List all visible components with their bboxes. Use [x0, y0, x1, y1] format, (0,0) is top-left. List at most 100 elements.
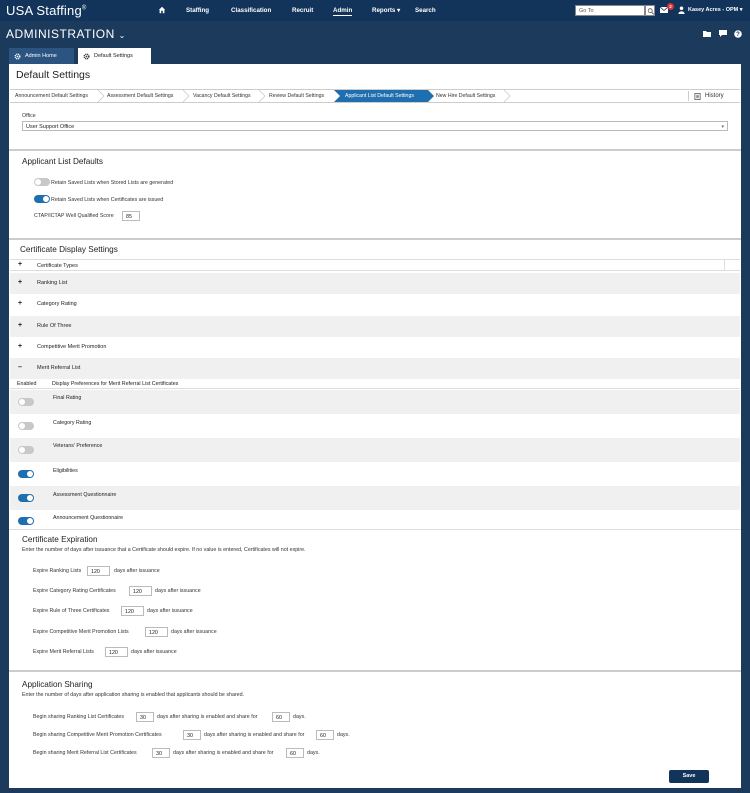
pref-label: Announcement Questionnaire [53, 515, 124, 521]
plus-icon[interactable]: + [18, 300, 22, 307]
announcement-questionnaire-toggle[interactable] [18, 517, 34, 525]
pref-row-final-rating: Final Rating [10, 390, 740, 414]
minus-icon[interactable]: – [18, 364, 22, 371]
goto-input[interactable]: Go To [575, 5, 645, 16]
section-title: Certificate Display Settings [20, 245, 118, 254]
chevron-down-icon: ▾ [397, 7, 401, 14]
toggle-knob [43, 196, 49, 202]
expire-merit-referral-label: Expire Merit Referral Lists [33, 649, 94, 655]
header-label: Certificate Types [37, 263, 78, 269]
nav-recruit[interactable]: Recruit [292, 7, 313, 14]
retain-stored-toggle[interactable] [34, 178, 50, 186]
veterans-preference-toggle[interactable] [18, 446, 34, 454]
mail-count-badge: 2 [667, 3, 674, 10]
toggle-knob [27, 495, 33, 501]
cert-type-category-rating[interactable]: + Category Rating [10, 294, 740, 315]
category-rating-toggle[interactable] [18, 422, 34, 430]
nav-reports[interactable]: Reports ▾ [372, 7, 400, 14]
share-ranking-days-input[interactable]: 60 [272, 712, 290, 722]
pref-row-announcement-questionnaire: Announcement Questionnaire [10, 510, 740, 530]
step-assessment[interactable]: Assessment Default Settings [102, 90, 173, 102]
usa-staffing-logo[interactable]: USA Staffing® [6, 3, 87, 18]
expire-rule-three-input[interactable]: 120 [121, 606, 144, 616]
retain-certs-toggle[interactable] [34, 195, 50, 203]
save-button[interactable]: Save [669, 770, 709, 783]
eligibilities-toggle[interactable] [18, 470, 34, 478]
nav-reports-label: Reports [372, 7, 396, 14]
section-description: Enter the number of days after issuance … [22, 547, 306, 553]
office-select[interactable]: User Support Office ▾ [22, 121, 728, 131]
nav-search[interactable]: Search [415, 7, 436, 14]
tab-admin-home[interactable]: Admin Home [9, 48, 74, 64]
folder-icon[interactable] [703, 30, 711, 37]
expire-ranking-input[interactable]: 120 [87, 566, 110, 576]
share-merit-referral-after-input[interactable]: 30 [152, 748, 170, 758]
share-ranking-after-input[interactable]: 30 [136, 712, 154, 722]
prefs-header: Display Preferences for Merit Referral L… [52, 381, 179, 387]
home-icon[interactable] [158, 6, 166, 14]
chevron-down-icon: ⌄ [118, 31, 126, 40]
nav-admin[interactable]: Admin [333, 7, 353, 16]
step-applicant-list[interactable]: Applicant List Default Settings [340, 90, 414, 102]
nav-staffing[interactable]: Staffing [186, 7, 209, 14]
row-label: Competitive Merit Promotion [37, 344, 107, 350]
user-menu[interactable]: Kasey Acres - OPM ▾ [688, 7, 743, 13]
cert-type-merit-referral[interactable]: – Merit Referral List [10, 358, 740, 379]
toggle-knob [19, 447, 25, 453]
section-title: Certificate Expiration [22, 535, 98, 544]
cert-type-competitive-merit[interactable]: + Competitive Merit Promotion [10, 337, 740, 358]
toggle-knob [19, 399, 25, 405]
history-button[interactable]: History [688, 91, 738, 101]
application-sharing-card: Application Sharing Enter the number of … [9, 670, 741, 788]
gear-icon [83, 53, 90, 59]
plus-icon[interactable]: + [18, 279, 22, 286]
step-announcement[interactable]: Announcement Default Settings [10, 90, 88, 102]
ctap-label: CTAP/ICTAP Well Qualified Score [34, 213, 114, 219]
days-suffix: days after issuance [147, 608, 193, 614]
plus-icon[interactable]: + [18, 343, 22, 350]
share-merit-referral-days-input[interactable]: 60 [286, 748, 304, 758]
certificate-display-card: Certificate Display Settings + Certifica… [9, 238, 741, 528]
cert-type-ranking-list[interactable]: + Ranking List [10, 273, 740, 294]
row-label: Category Rating [37, 301, 77, 307]
pref-row-category-rating: Category Rating [10, 414, 740, 438]
expire-competitive-input[interactable]: 120 [145, 627, 168, 637]
expire-category-input[interactable]: 120 [129, 586, 152, 596]
ctap-score-input[interactable]: 85 [122, 211, 140, 221]
share-competitive-after-input[interactable]: 30 [183, 730, 201, 740]
step-new-hire[interactable]: New Hire Default Settings [431, 90, 495, 102]
share-competitive-days-input[interactable]: 60 [316, 730, 334, 740]
office-label: Office [22, 113, 36, 119]
pref-row-veterans-preference: Veterans' Preference [10, 438, 740, 462]
office-value: User Support Office [26, 123, 75, 130]
step-review[interactable]: Review Default Settings [264, 90, 324, 102]
expire-merit-referral-input[interactable]: 120 [105, 647, 128, 657]
share-end-text: days. [293, 714, 306, 720]
step-vacancy[interactable]: Vacancy Default Settings [188, 90, 251, 102]
expire-rule-three-label: Expire Rule of Three Certificates [33, 608, 110, 614]
pref-label: Eligibilities [53, 468, 78, 474]
share-middle-text: days after sharing is enabled and share … [204, 732, 305, 738]
certificate-expiration-card: Certificate Expiration Enter the number … [9, 529, 741, 670]
toggle-knob [27, 518, 33, 524]
nav-classification[interactable]: Classification [231, 7, 271, 14]
admin-menu[interactable]: ADMINISTRATION ⌄ [6, 27, 126, 41]
goto-button[interactable] [645, 5, 655, 16]
column-divider [724, 260, 725, 270]
cert-type-rule-of-three[interactable]: + Rule Of Three [10, 316, 740, 337]
chevron-down-icon: ▾ [721, 124, 724, 130]
logo-text: USA Staffing [6, 3, 82, 18]
assessment-questionnaire-toggle[interactable] [18, 494, 34, 502]
plus-icon[interactable]: + [18, 261, 22, 268]
admin-title: ADMINISTRATION [6, 27, 115, 41]
chat-icon[interactable] [719, 30, 727, 38]
expire-category-label: Expire Category Rating Certificates [33, 588, 116, 594]
final-rating-toggle[interactable] [18, 398, 34, 406]
plus-icon[interactable]: + [18, 322, 22, 329]
tab-label: Admin Home [25, 53, 57, 59]
tab-default-settings[interactable]: Default Settings [78, 48, 151, 64]
enabled-header: Enabled [17, 381, 37, 387]
share-ranking-label: Begin sharing Ranking List Certificates [33, 714, 124, 720]
help-icon[interactable]: ? [734, 30, 742, 38]
user-icon[interactable] [678, 6, 685, 14]
